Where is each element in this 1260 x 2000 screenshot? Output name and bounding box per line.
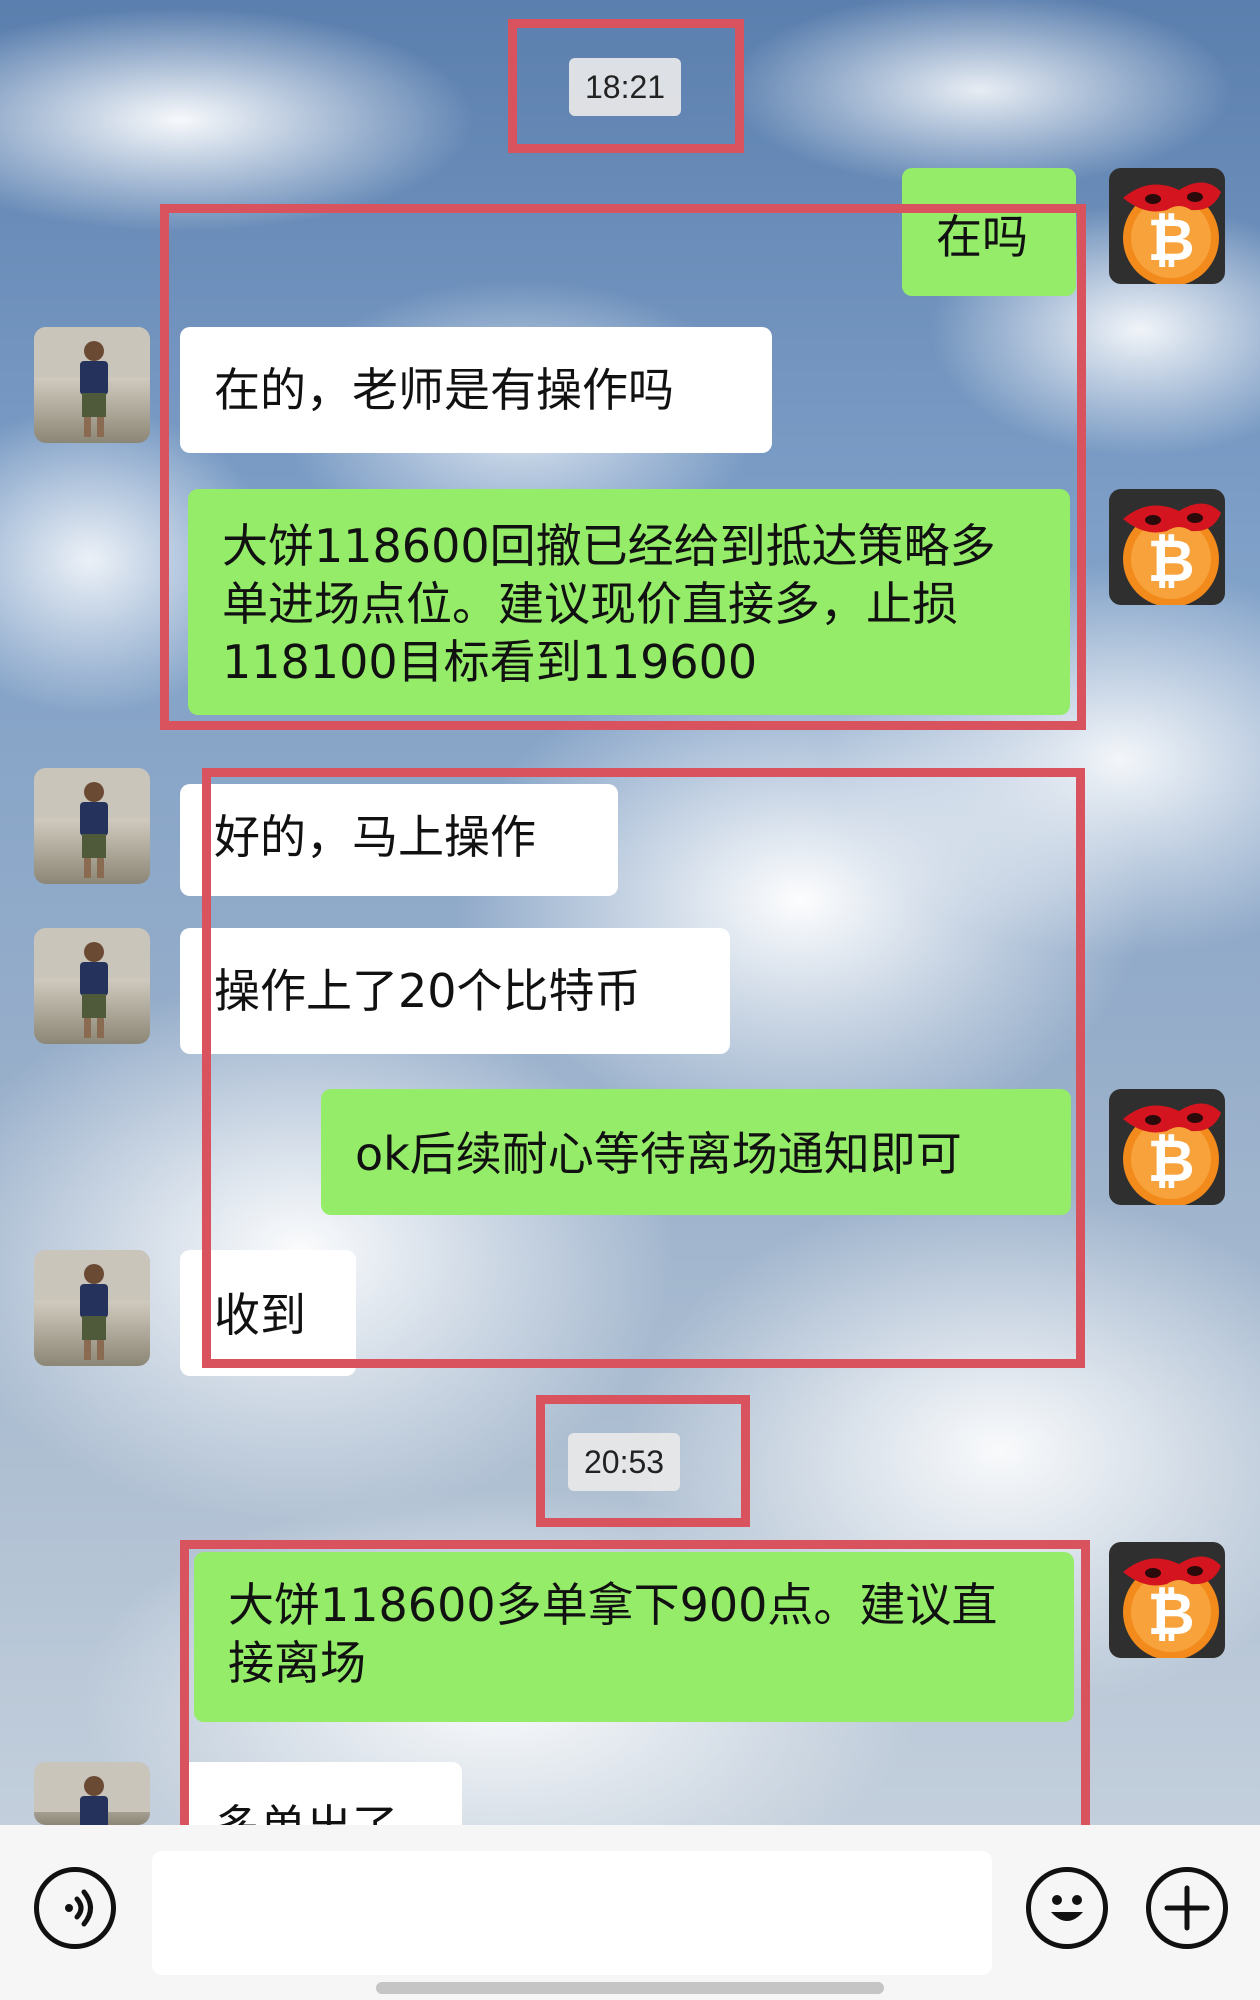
bitcoin-avatar-icon[interactable]: ₿ xyxy=(1109,168,1225,284)
bitcoin-avatar-icon[interactable]: ₿ xyxy=(1109,1542,1225,1658)
highlight-box xyxy=(180,1540,1090,1858)
svg-text:₿: ₿ xyxy=(1147,1127,1194,1195)
home-indicator[interactable] xyxy=(376,1982,884,1994)
plus-icon xyxy=(1164,1885,1210,1931)
user-avatar-icon[interactable] xyxy=(34,928,150,1044)
highlight-box xyxy=(202,768,1085,1368)
svg-text:₿: ₿ xyxy=(1147,527,1194,595)
voice-icon xyxy=(65,1889,93,1927)
highlight-box xyxy=(160,204,1086,730)
user-avatar-icon[interactable] xyxy=(34,327,150,443)
input-bar xyxy=(0,1825,1260,2000)
message-input[interactable] xyxy=(152,1851,992,1975)
svg-text:₿: ₿ xyxy=(1147,206,1194,274)
bitcoin-avatar-icon[interactable]: ₿ xyxy=(1109,489,1225,605)
plus-button[interactable] xyxy=(1146,1867,1228,1949)
svg-text:₿: ₿ xyxy=(1147,1580,1194,1648)
highlight-box xyxy=(536,1395,750,1527)
voice-button[interactable] xyxy=(34,1867,116,1949)
user-avatar-icon[interactable] xyxy=(34,1250,150,1366)
highlight-box xyxy=(508,19,744,153)
user-avatar-icon[interactable] xyxy=(34,768,150,884)
bitcoin-avatar-icon[interactable]: ₿ xyxy=(1109,1089,1225,1205)
user-avatar-icon[interactable] xyxy=(34,1762,150,1825)
emoji-button[interactable] xyxy=(1026,1867,1108,1949)
emoji-icon xyxy=(1051,1895,1083,1921)
